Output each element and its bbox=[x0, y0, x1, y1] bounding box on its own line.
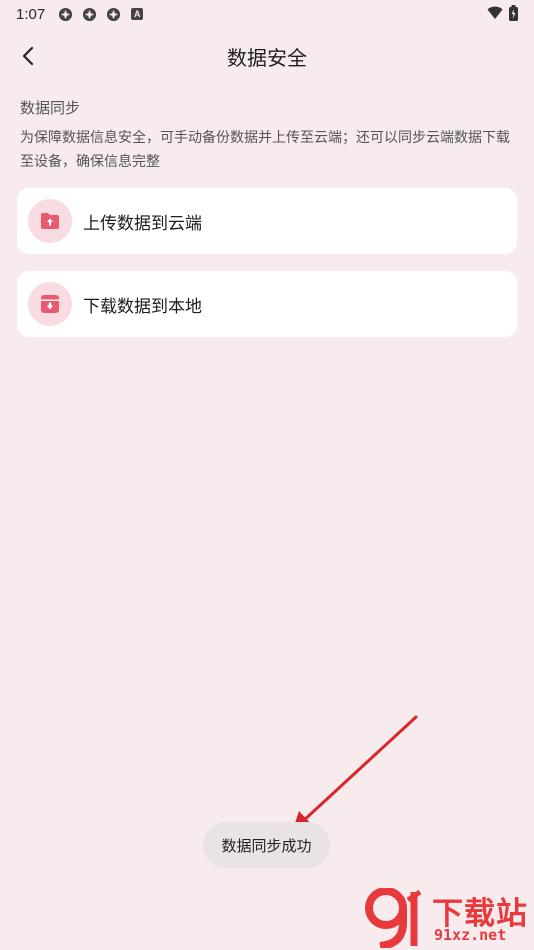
annotation-arrow-icon bbox=[292, 715, 418, 832]
pinwheel-icon bbox=[57, 6, 73, 22]
a-badge-icon: A bbox=[131, 8, 144, 20]
page-title: 数据安全 bbox=[227, 46, 307, 70]
watermark-logo-icon bbox=[365, 888, 422, 948]
section-description: 为保障数据信息安全，可手动备份数据并上传至云端；还可以同步云端数据下载至设备，确… bbox=[20, 130, 510, 170]
upload-icon-circle bbox=[28, 199, 72, 243]
status-time: 1:07 bbox=[16, 5, 46, 23]
upload-label: 上传数据到云端 bbox=[83, 213, 202, 234]
wifi-icon bbox=[487, 6, 503, 24]
watermark-site: 91xz.net bbox=[434, 926, 507, 944]
download-icon-circle bbox=[28, 282, 72, 326]
toast-message: 数据同步成功 bbox=[203, 822, 330, 868]
app-bar: 数据安全 bbox=[0, 28, 534, 84]
download-label: 下载数据到本地 bbox=[83, 296, 202, 317]
section-title: 数据同步 bbox=[20, 99, 81, 117]
pinwheel-icon bbox=[105, 6, 121, 22]
watermark: 下载站 91xz.net bbox=[362, 888, 530, 948]
upload-to-cloud-button[interactable]: 上传数据到云端 bbox=[17, 188, 517, 254]
battery-icon bbox=[509, 5, 518, 25]
download-box-icon bbox=[41, 295, 59, 313]
upload-folder-icon bbox=[41, 213, 59, 229]
status-bar: 1:07 A bbox=[0, 0, 534, 28]
download-to-local-button[interactable]: 下载数据到本地 bbox=[17, 271, 517, 337]
pinwheel-icon bbox=[81, 6, 97, 22]
